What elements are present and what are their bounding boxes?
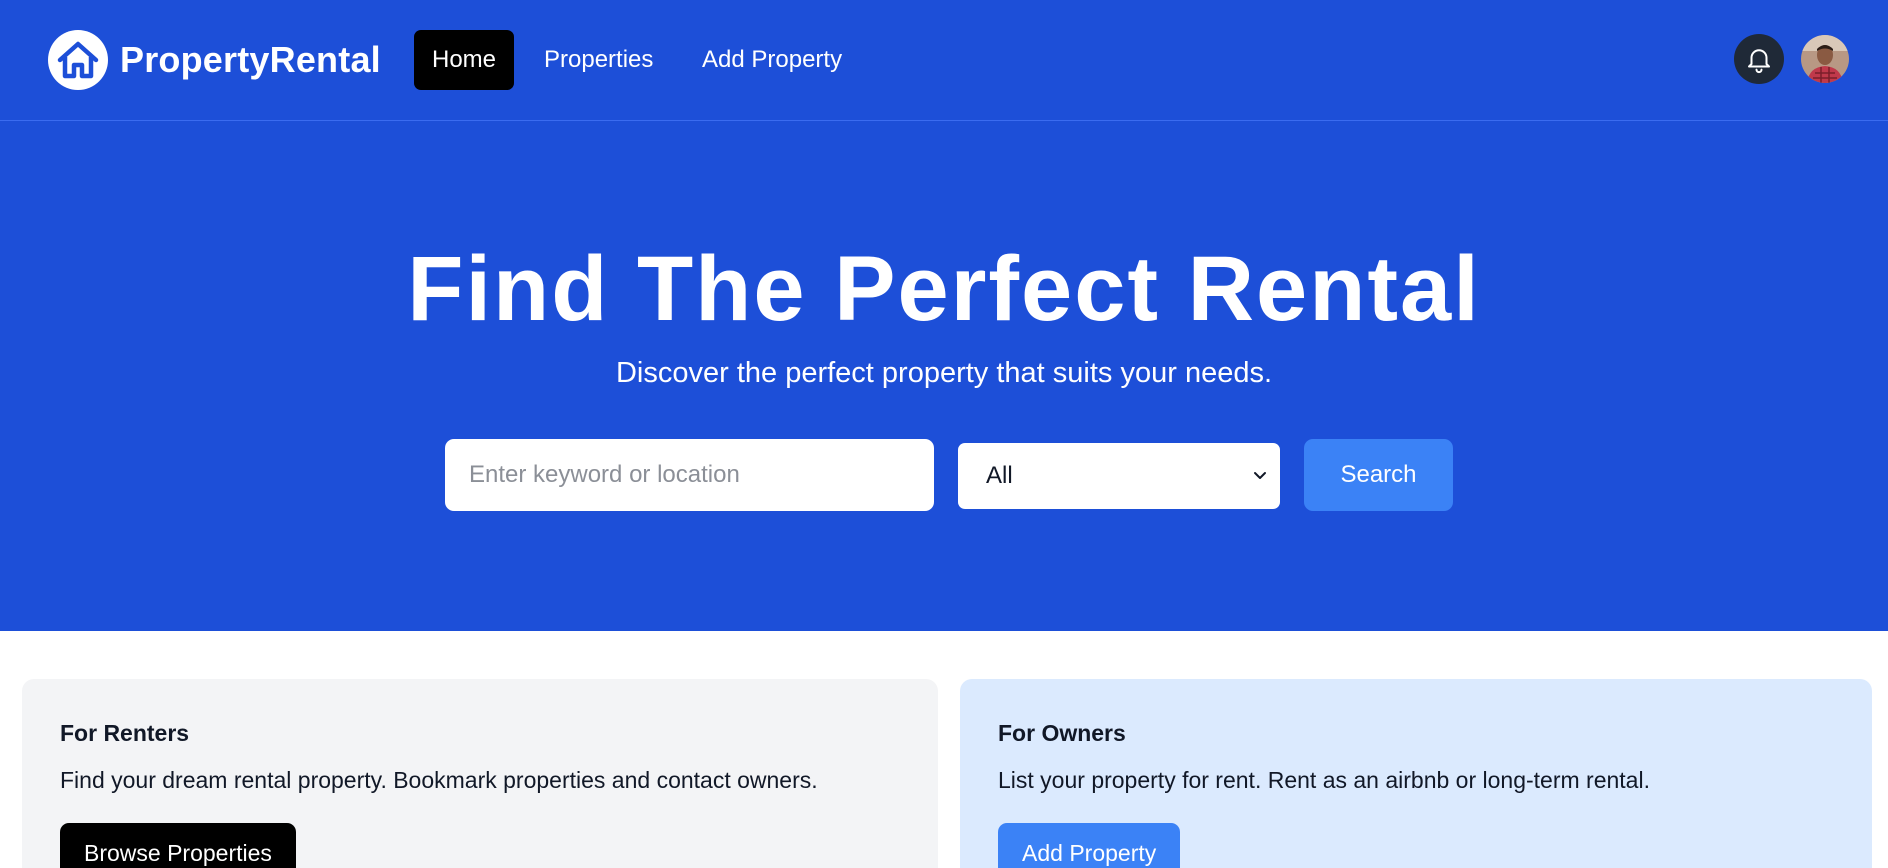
property-type-select[interactable]: All <box>958 443 1280 509</box>
nav-link-properties[interactable]: Properties <box>526 30 671 90</box>
renters-card: For Renters Find your dream rental prope… <box>22 679 938 868</box>
browse-properties-button[interactable]: Browse Properties <box>60 823 296 868</box>
navbar: PropertyRental Home Properties Add Prope… <box>0 0 1888 121</box>
bell-icon <box>1748 49 1770 74</box>
add-property-button[interactable]: Add Property <box>998 823 1181 868</box>
notifications-button[interactable] <box>1734 34 1784 84</box>
search-input[interactable] <box>445 439 934 511</box>
owners-card: For Owners List your property for rent. … <box>960 679 1872 868</box>
renters-card-title: For Renters <box>60 720 190 746</box>
nav-link-add-property[interactable]: Add Property <box>684 30 860 90</box>
nav-link-home[interactable]: Home <box>414 30 515 90</box>
hero-title: Find The Perfect Rental <box>407 238 1481 340</box>
house-icon <box>48 30 108 90</box>
property-type-selected: All <box>986 462 1013 489</box>
owners-card-text: List your property for rent. Rent as an … <box>998 767 1650 793</box>
renters-card-text: Find your dream rental property. Bookmar… <box>60 767 818 793</box>
search-button[interactable]: Search <box>1304 439 1453 511</box>
hero-section: Find The Perfect Rental Discover the per… <box>0 121 1888 631</box>
chevron-down-icon <box>1254 472 1266 479</box>
hero-subtitle: Discover the perfect property that suits… <box>615 357 1273 389</box>
user-avatar[interactable] <box>1801 35 1849 83</box>
brand-link[interactable]: PropertyRental <box>48 30 381 90</box>
brand-name: PropertyRental <box>120 39 381 80</box>
owners-card-title: For Owners <box>998 720 1126 746</box>
